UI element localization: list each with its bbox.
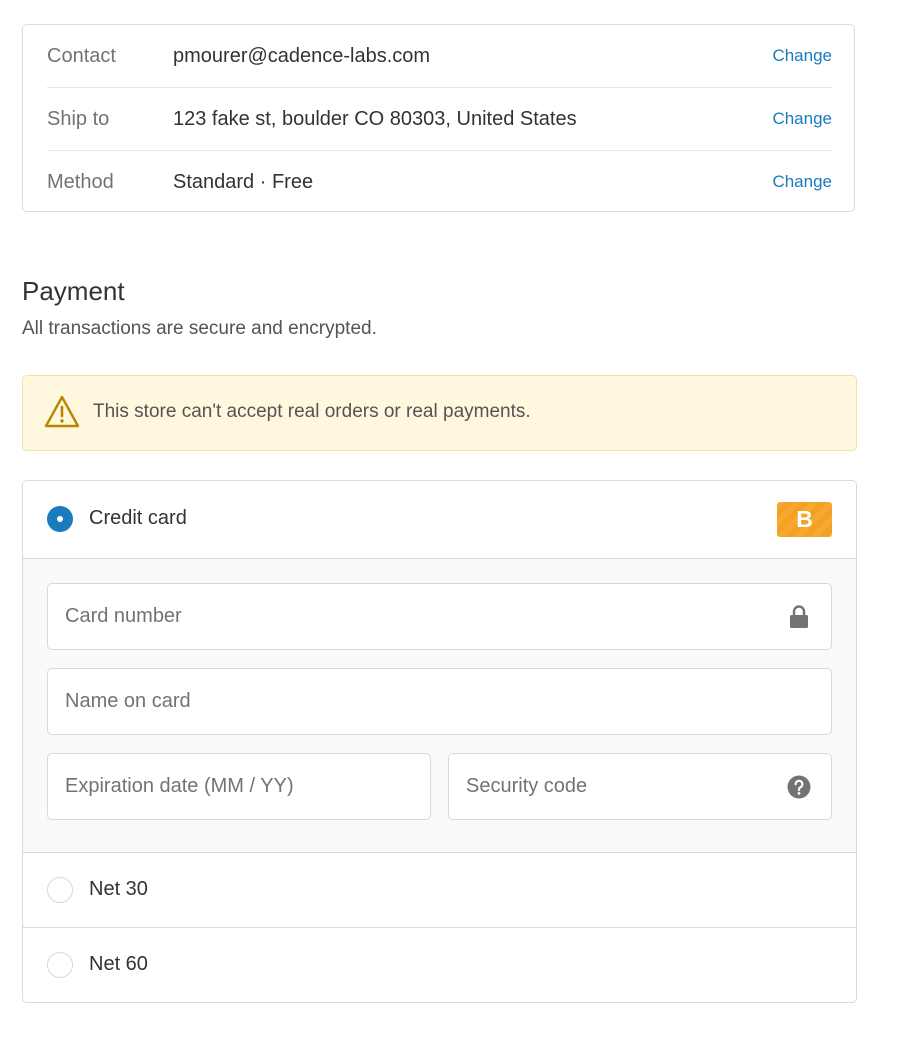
name-on-card-input[interactable] xyxy=(48,669,831,734)
summary-row-ship-to: Ship to 123 fake st, boulder CO 80303, U… xyxy=(47,87,832,150)
credit-card-fields xyxy=(23,559,856,853)
notice-text: This store can't accept real orders or r… xyxy=(93,401,531,422)
security-code-field[interactable] xyxy=(448,753,832,820)
method-credit-card[interactable]: Credit card B xyxy=(23,481,856,559)
summary-row-contact: Contact pmourer@cadence-labs.com Change xyxy=(47,25,832,87)
test-mode-notice: This store can't accept real orders or r… xyxy=(22,375,857,451)
credit-card-radio[interactable] xyxy=(47,506,73,532)
method-label: Net 60 xyxy=(89,953,148,975)
summary-row-method: Method Standard · Free Change xyxy=(47,150,832,213)
security-code-input[interactable] xyxy=(449,754,831,819)
change-ship-to-link[interactable]: Change xyxy=(772,109,832,129)
payment-title: Payment xyxy=(22,276,125,306)
help-icon[interactable] xyxy=(787,774,811,800)
lock-icon xyxy=(790,605,808,628)
net-60-radio[interactable] xyxy=(47,952,73,978)
warning-icon xyxy=(44,395,80,428)
summary-value: pmourer@cadence-labs.com xyxy=(173,44,431,67)
method-label: Net 30 xyxy=(89,878,148,900)
change-method-link[interactable]: Change xyxy=(772,172,832,192)
summary-label: Method xyxy=(47,170,114,193)
summary-label: Ship to xyxy=(47,107,110,130)
card-number-field[interactable] xyxy=(47,583,832,650)
net-30-radio[interactable] xyxy=(47,877,73,903)
summary-label: Contact xyxy=(47,44,116,67)
payment-methods: Credit card B Net 30 xyxy=(22,480,857,1003)
expiration-date-field[interactable] xyxy=(47,753,431,820)
method-label: Credit card xyxy=(89,507,187,529)
card-brand-badge: B xyxy=(777,502,832,537)
card-number-input[interactable] xyxy=(48,584,831,649)
payment-subtitle: All transactions are secure and encrypte… xyxy=(22,318,377,339)
method-net-60[interactable]: Net 60 xyxy=(23,928,856,1002)
change-contact-link[interactable]: Change xyxy=(772,46,832,66)
name-on-card-field[interactable] xyxy=(47,668,832,735)
order-summary: Contact pmourer@cadence-labs.com Change … xyxy=(22,24,855,212)
summary-value: Standard · Free xyxy=(173,170,314,193)
expiration-date-input[interactable] xyxy=(48,754,430,819)
method-net-30[interactable]: Net 30 xyxy=(23,853,856,928)
summary-value: 123 fake st, boulder CO 80303, United St… xyxy=(173,107,577,130)
